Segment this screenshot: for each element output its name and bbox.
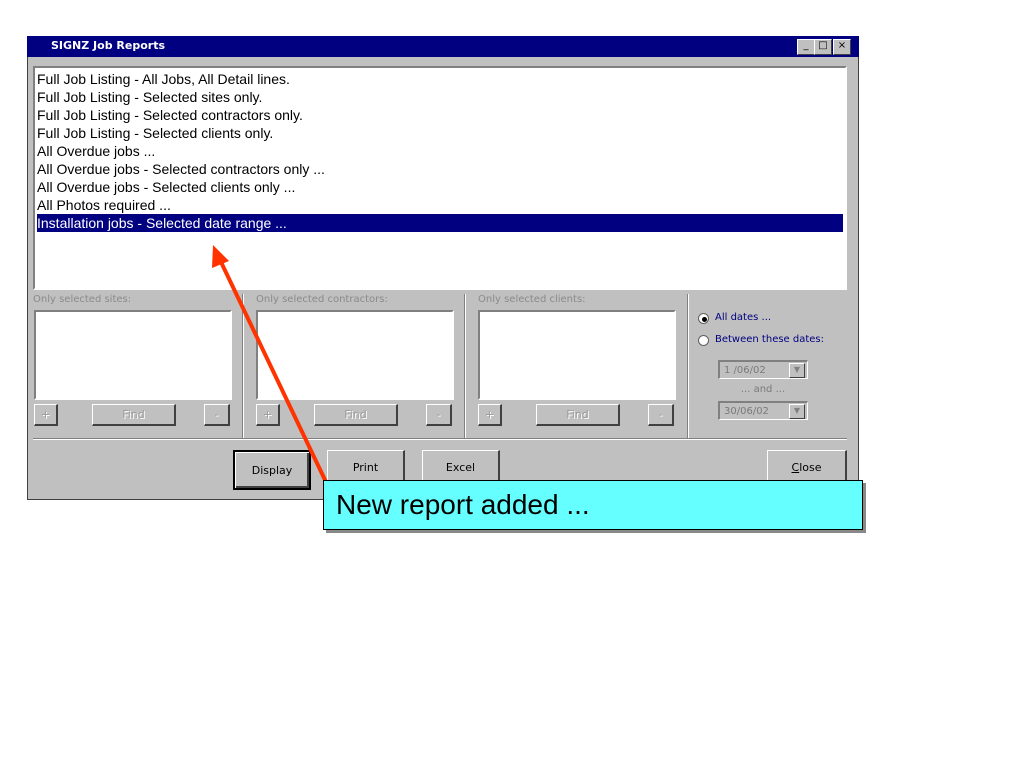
annotation-callout: New report added ...	[323, 480, 863, 530]
arrow-line	[219, 261, 328, 483]
annotation-arrow	[212, 245, 328, 483]
